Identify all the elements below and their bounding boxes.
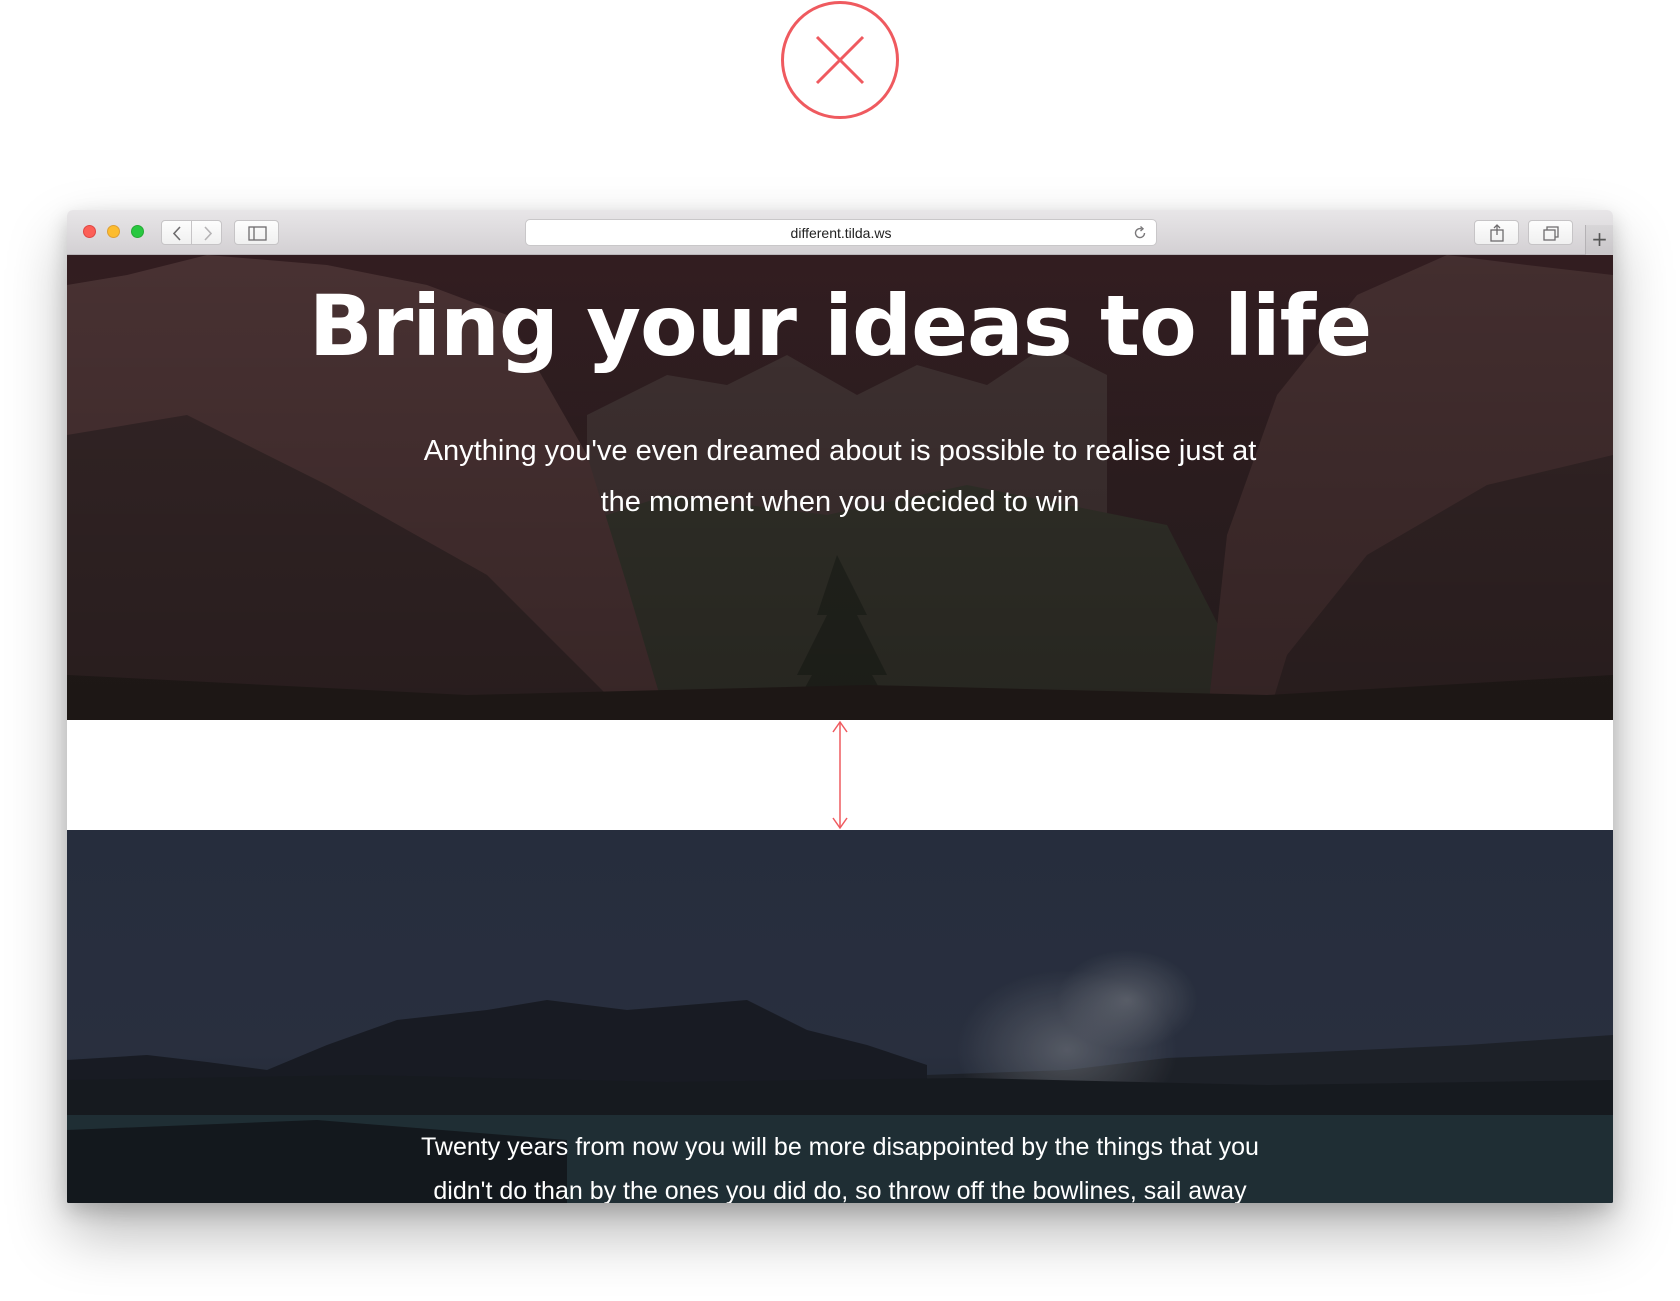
url-text: different.tilda.ws <box>790 225 892 241</box>
section-spacing <box>67 720 1613 830</box>
share-button[interactable] <box>1474 220 1519 245</box>
hero-title: Bring your ideas to life <box>308 277 1372 375</box>
new-tab-button[interactable]: + <box>1585 225 1613 255</box>
zoom-window-button[interactable] <box>131 225 144 238</box>
browser-toolbar: different.tilda.ws + <box>67 210 1613 255</box>
back-button[interactable] <box>161 220 192 245</box>
status-badge <box>781 1 899 119</box>
minimize-window-button[interactable] <box>107 225 120 238</box>
reload-icon[interactable] <box>1132 225 1148 245</box>
quote-text: Twenty years from now you will be more d… <box>421 1133 1259 1203</box>
double-arrow-vertical-icon <box>824 720 856 834</box>
tabs-overview-button[interactable] <box>1528 220 1573 245</box>
address-bar[interactable]: different.tilda.ws <box>525 219 1157 246</box>
forward-button[interactable] <box>191 220 222 245</box>
browser-window: different.tilda.ws + Bring your ideas to… <box>67 210 1613 1203</box>
hero-subtitle: Anything you've even dreamed about is po… <box>423 435 1257 518</box>
quote-section: Twenty years from now you will be more d… <box>67 830 1613 1203</box>
sidebar-button[interactable] <box>234 220 279 245</box>
plus-icon: + <box>1591 227 1608 251</box>
close-window-button[interactable] <box>83 225 96 238</box>
page-content: Bring your ideas to life Anything you've… <box>67 255 1613 1203</box>
hero-section: Bring your ideas to life Anything you've… <box>67 255 1613 720</box>
